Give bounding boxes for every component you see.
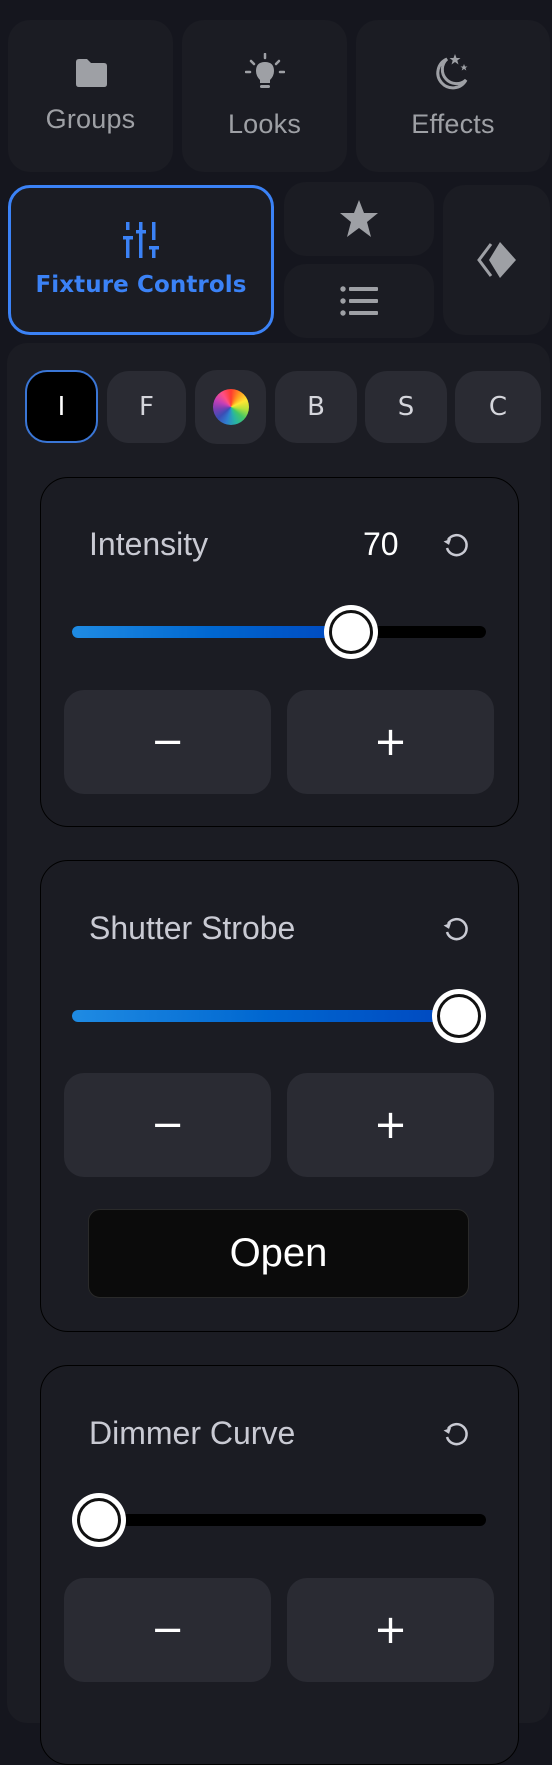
intensity-reset-icon[interactable] [441,530,471,560]
color-wheel-icon [212,389,249,425]
nav-looks-button[interactable]: Looks [182,20,347,172]
intensity-increase-button[interactable]: + [287,690,494,794]
intensity-title: Intensity [89,526,209,562]
nav-favorites-button[interactable] [284,182,434,256]
slider-fill [72,1010,459,1022]
intensity-decrease-button[interactable]: − [64,690,271,794]
folder-icon [75,58,107,87]
nav-groups-button[interactable]: Groups [8,20,173,172]
slider-fill [72,626,351,638]
list-icon [340,286,378,316]
nav-fixture-controls-label: Fixture Controls [35,272,247,298]
diamond-chevron-icon [476,242,516,278]
tab-intensity[interactable]: I [25,370,98,443]
intensity-value: 70 [363,526,399,562]
slider-track [72,1514,486,1526]
star-icon [340,200,378,237]
shutter-strobe-slider[interactable] [72,989,486,1043]
intensity-slider[interactable] [72,605,486,659]
shutter-strobe-decrease-button[interactable]: − [64,1073,271,1177]
slider-knob[interactable] [432,989,486,1043]
sliders-icon [123,222,159,258]
slider-knob[interactable] [324,605,378,659]
nav-diamond-button[interactable] [443,185,550,335]
shutter-strobe-title: Shutter Strobe [89,910,296,946]
dimmer-curve-reset-icon[interactable] [441,1419,471,1449]
shutter-strobe-increase-button[interactable]: + [287,1073,494,1177]
dimmer-curve-increase-button[interactable]: + [287,1578,494,1682]
dimmer-curve-decrease-button[interactable]: − [64,1578,271,1682]
dimmer-curve-title: Dimmer Curve [89,1415,296,1451]
nav-effects-button[interactable]: Effects [356,20,550,172]
nav-effects-label: Effects [411,108,495,139]
tab-shutter[interactable]: S [365,371,447,443]
dimmer-curve-slider[interactable] [72,1493,486,1547]
lightbulb-icon [244,52,285,88]
nav-fixture-controls-button[interactable]: Fixture Controls [8,185,274,335]
shutter-open-button[interactable]: Open [88,1209,469,1298]
tab-focus[interactable]: F [107,371,186,443]
nav-groups-label: Groups [45,103,136,134]
shutter-strobe-reset-icon[interactable] [441,914,471,944]
nav-looks-label: Looks [227,108,302,139]
tab-color[interactable] [195,370,266,444]
nav-list-button[interactable] [284,264,434,338]
tab-beam[interactable]: B [275,371,357,443]
slider-knob[interactable] [72,1493,126,1547]
moon-stars-icon [436,53,468,89]
tab-control[interactable]: C [455,371,541,443]
